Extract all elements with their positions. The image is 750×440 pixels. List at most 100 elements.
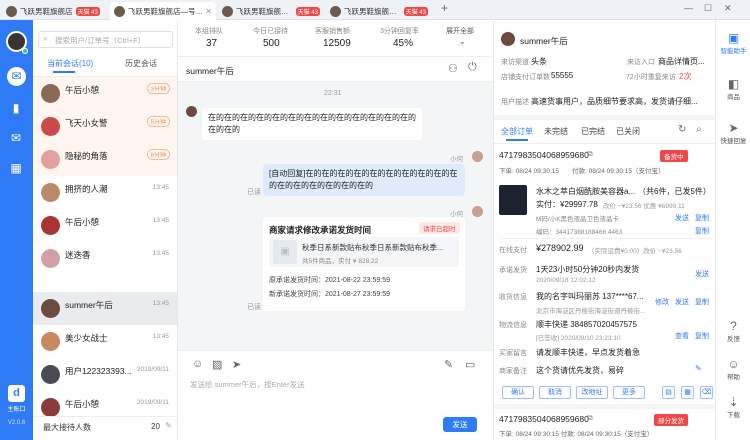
feedback-tool[interactable]: ? 反馈 — [716, 319, 750, 344]
tab-history[interactable]: 历史会话 — [125, 58, 157, 69]
edit-icon[interactable]: ✎ — [695, 364, 702, 373]
help-icon: ☺ — [727, 357, 740, 371]
window-tab-active[interactable]: 飞跃男鞋旗舰店—号店铺 ✕ — [110, 2, 216, 20]
stat-value: 45% — [393, 38, 414, 49]
feedback-icon: ? — [730, 319, 737, 333]
shop-avatar — [6, 5, 17, 17]
window-tab[interactable]: 飞跃男鞋旗舰店— 天猫 43 — [326, 2, 432, 20]
maximize-icon[interactable]: ☐ — [704, 3, 712, 14]
expand-all-link[interactable]: 展开全部 — [446, 26, 474, 36]
chat-icon[interactable]: ✉ — [7, 67, 26, 86]
tmall-badge: 天猫 43 — [403, 6, 428, 16]
avatar — [41, 84, 60, 103]
edit-icon[interactable]: ✎ — [165, 421, 172, 430]
tool-rail: ▣ 智能助手 ◧ 商品 ➤ 快捷回复 ? 反馈 ☺ 帮助 ⇣ 下载 — [715, 20, 750, 440]
more-button[interactable]: 更多 — [613, 386, 645, 399]
list-item[interactable]: 飞天小女警 5分钟 — [33, 110, 177, 143]
quick-reply-tool[interactable]: ➤ 快捷回复 — [716, 122, 750, 146]
help-tool[interactable]: ☺ 帮助 — [716, 357, 750, 382]
product-tool[interactable]: ◧ 商品 — [716, 78, 750, 102]
order-tab-done[interactable]: 已完结 — [581, 126, 605, 137]
list-item-selected[interactable]: summer午后 13:45 — [33, 292, 177, 325]
user-profile-icon[interactable]: ⚇ — [448, 62, 458, 75]
copy-link[interactable]: 复制 — [695, 213, 709, 223]
max-reception-value[interactable]: 20 — [151, 422, 160, 431]
order-tab-closed[interactable]: 已关闭 — [616, 126, 640, 137]
delete-icon[interactable]: ⌫ — [700, 386, 713, 399]
refresh-icon[interactable]: ↻ — [678, 124, 686, 135]
avatar — [41, 216, 60, 235]
copy-link[interactable]: 复制 — [695, 297, 709, 307]
edit-box-icon[interactable]: ✎ — [444, 358, 453, 371]
image-icon[interactable]: ▧ — [212, 358, 222, 371]
message-input[interactable]: 发送给 summer午后，按Enter发送 — [190, 379, 480, 391]
window-icon[interactable]: ▭ — [465, 358, 475, 371]
send-link[interactable]: 发送 — [695, 269, 709, 279]
close-window-icon[interactable]: ✕ — [724, 3, 732, 14]
note-icon[interactable]: ▤ — [662, 386, 675, 399]
confirm-button[interactable]: 确认 — [502, 386, 534, 399]
copy-link[interactable]: 复制 — [695, 331, 709, 341]
list-item[interactable]: 隐秘的角落 8分钟 — [33, 143, 177, 176]
list-item[interactable]: 午后小憩 2019/09/11 — [33, 391, 177, 424]
order-tab-all[interactable]: 全部订单 — [501, 126, 533, 137]
max-reception-label: 最大接待人数 — [43, 423, 91, 432]
apps-icon[interactable]: ▦ — [8, 160, 24, 176]
sender-label: 小何 — [450, 156, 463, 163]
timeout-badge: 请求已超时 — [419, 222, 460, 234]
copy-link[interactable]: 复制 — [695, 226, 709, 236]
minimize-icon[interactable]: — — [684, 3, 693, 13]
send-link[interactable]: 发送 — [675, 213, 689, 223]
view-link[interactable]: 查看 — [675, 331, 689, 341]
list-item[interactable]: 午后小憩 3分钟 — [33, 77, 177, 110]
copy-icon[interactable]: ⧉ — [587, 149, 593, 159]
wait-tag: 3分钟 — [146, 83, 170, 94]
change-address-button[interactable]: 改地址 — [576, 386, 608, 399]
assistant-tool[interactable]: ▣ 智能助手 — [716, 32, 750, 56]
edit-link[interactable]: 修改 — [655, 297, 669, 307]
download-tool[interactable]: ⇣ 下载 — [716, 396, 750, 420]
emoji-icon[interactable]: ☺ — [192, 358, 203, 370]
window-tab[interactable]: 飞跃男鞋旗舰店— 天猫 43 — [218, 2, 324, 20]
divider — [494, 143, 716, 144]
search-input[interactable]: 搜索用户/订单号（Ctrl+F） — [38, 31, 173, 48]
search-icon[interactable]: ⌕ — [696, 124, 702, 135]
stats-icon[interactable]: ▮ — [8, 100, 24, 116]
add-tab-icon[interactable]: + — [441, 1, 448, 15]
chevron-down-icon[interactable]: ⌄ — [459, 37, 466, 46]
avatar — [472, 151, 483, 162]
order-tab-open[interactable]: 未完结 — [544, 126, 568, 137]
list-item[interactable]: 午后小憩 13:45 — [33, 209, 177, 242]
send-link[interactable]: 发送 — [675, 297, 689, 307]
avatar — [41, 249, 60, 268]
product-image[interactable] — [499, 185, 527, 215]
list-item[interactable]: 美少女战士 13:45 — [33, 325, 177, 358]
avatar — [41, 150, 60, 169]
shop-avatar — [222, 5, 233, 17]
divider — [494, 115, 716, 120]
tmall-badge: 天猫 43 — [295, 6, 320, 16]
stat-value: 37 — [206, 38, 218, 49]
calendar-icon[interactable]: ▦ — [681, 386, 694, 399]
version-label: V2.0.6 — [7, 420, 26, 426]
list-item[interactable]: 迷迭香 13:45 — [33, 242, 177, 275]
tab-current[interactable]: 当前会话(10) — [47, 58, 93, 69]
avatar — [41, 117, 60, 136]
new-time: 新承诺发货时间：2021-08-27 23:59:59 — [269, 291, 390, 298]
read-status: 已读 — [247, 189, 261, 196]
close-icon[interactable]: ✕ — [205, 7, 212, 16]
product-box: ▣ 秋季日系新款贴布秋季日系新款贴布秋季... 共5件商品，实付 ¥ 828.2… — [269, 237, 459, 267]
send-button[interactable]: 发送 — [443, 417, 477, 432]
list-item[interactable]: 用户122323393... 2019/09/11 — [33, 358, 177, 391]
send-plane-icon[interactable]: ➤ — [232, 358, 241, 371]
mail-icon[interactable]: ✉ — [8, 130, 24, 146]
chat-header: summer午后 ⚇ ⏻ — [178, 56, 493, 82]
power-icon[interactable]: ⏻ — [468, 61, 477, 74]
logo-icon[interactable]: d — [8, 385, 25, 402]
window-tab[interactable]: 飞跃男鞋旗舰店 天猫 43 — [2, 2, 108, 20]
copy-icon[interactable]: ⧉ — [587, 413, 593, 423]
avatar — [501, 32, 515, 46]
change-request-card[interactable]: 商家请求修改承诺发货时间 请求已超时 ▣ 秋季日系新款贴布秋季日系新款贴布秋季.… — [263, 217, 465, 311]
cancel-button[interactable]: 取消 — [539, 386, 571, 399]
list-item[interactable]: 拥挤的人潮 13:45 — [33, 176, 177, 209]
